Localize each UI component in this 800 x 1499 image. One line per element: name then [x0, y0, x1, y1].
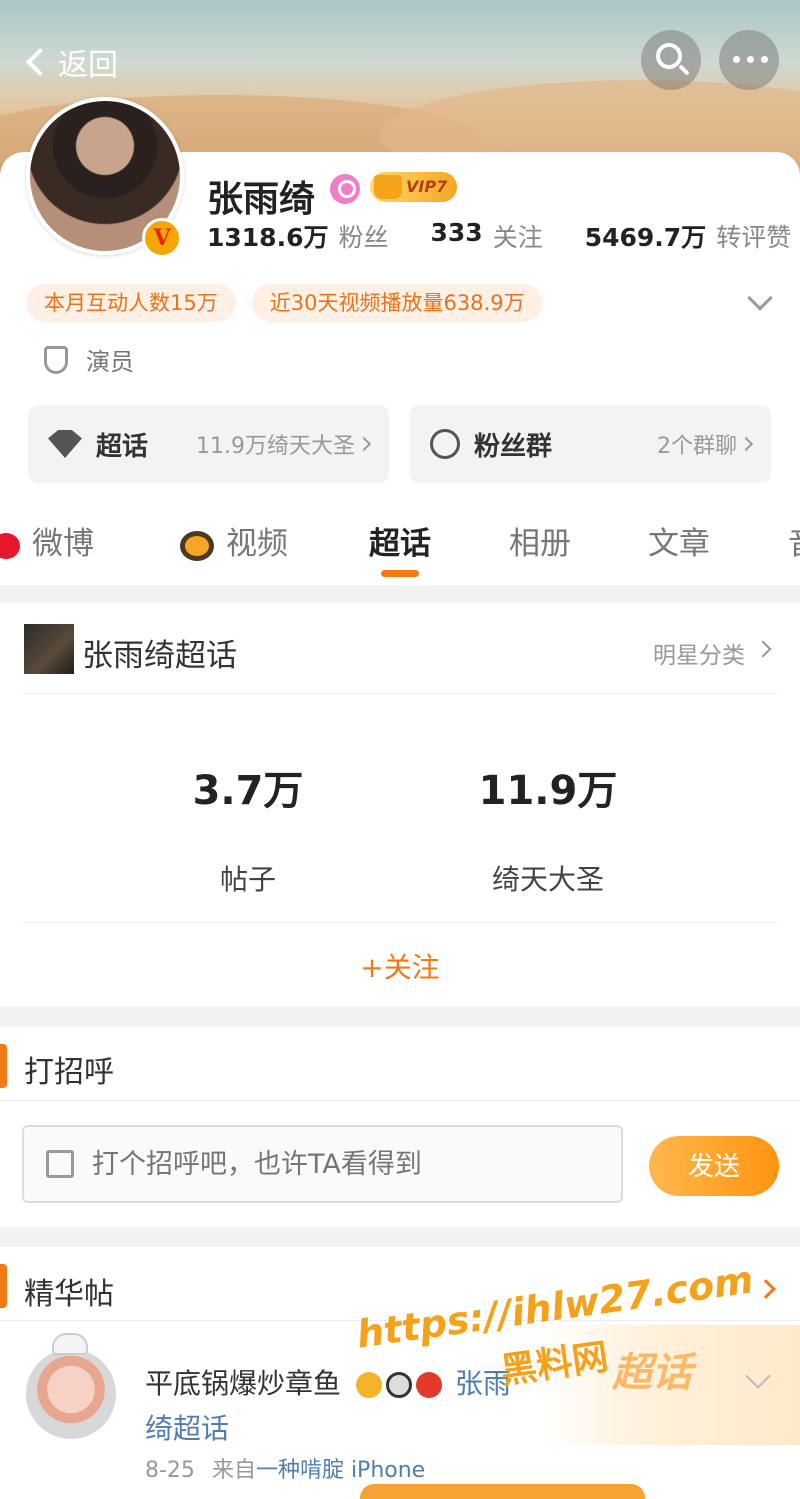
fan-group-title: 粉丝群 — [474, 431, 553, 462]
play-icon — [180, 530, 214, 561]
medal-icon — [415, 1372, 442, 1398]
more-icon — [733, 56, 768, 63]
supertopic-entry-title: 超话 — [96, 431, 149, 462]
greeting-input[interactable] — [92, 1148, 572, 1180]
tab-music[interactable]: 音 — [788, 518, 800, 563]
following-count[interactable]: 333 — [431, 218, 483, 254]
posts-caption: 帖子 — [219, 863, 276, 896]
topic-link[interactable]: 绮超话 — [145, 1407, 229, 1447]
tab-video[interactable]: 视频 — [180, 518, 288, 563]
interaction-chip[interactable]: 本月互动人数15万 — [26, 284, 236, 322]
search-button[interactable] — [641, 30, 701, 90]
chevron-right-icon[interactable] — [756, 1279, 776, 1299]
post-author-avatar[interactable] — [26, 1349, 116, 1439]
fans-label[interactable]: 粉丝 — [338, 218, 388, 254]
chevron-right-icon — [738, 436, 754, 452]
divider — [22, 693, 778, 694]
user-badges — [355, 1372, 442, 1398]
profile-role: 演员 — [44, 342, 134, 377]
supertopic-title[interactable]: 张雨绮超话 — [82, 630, 237, 675]
fan-group-entry[interactable]: 粉丝群 2个群聊 — [410, 405, 771, 483]
search-icon — [656, 43, 682, 69]
verified-badge-icon: V — [142, 218, 182, 258]
shield-icon — [44, 345, 68, 374]
supertopic-entry-sub: 11.9万绮天大圣 — [196, 434, 355, 459]
greeting-input-box[interactable] — [22, 1125, 623, 1203]
topic-fans-caption: 绮天大圣 — [491, 863, 604, 896]
stat-chips: 本月互动人数15万 近30天视频播放量638.9万 — [26, 284, 543, 322]
back-button[interactable]: 返回 — [22, 40, 118, 84]
chevron-left-icon — [25, 47, 55, 77]
supertopic-card: 张雨绮超话 明星分类 3.7万 帖子 11.9万 绮天大圣 +关注 — [0, 603, 800, 1007]
topic-fans-stat: 11.9万 绮天大圣 — [448, 758, 648, 898]
tab-weibo[interactable]: 微博 — [0, 518, 94, 563]
role-label: 演员 — [86, 348, 134, 376]
tab-article[interactable]: 文章 — [648, 518, 710, 563]
following-label[interactable]: 关注 — [493, 218, 543, 254]
post-action-chip[interactable] — [360, 1484, 645, 1499]
female-icon — [330, 174, 360, 204]
section-marker — [0, 1044, 7, 1088]
essence-title: 精华帖 — [24, 1277, 114, 1312]
greeting-section: 打招呼 发送 — [0, 1027, 800, 1227]
diamond-icon — [48, 430, 82, 458]
chevron-right-icon — [356, 436, 372, 452]
crown-icon — [355, 1372, 382, 1398]
supertopic-thumbnail[interactable] — [24, 624, 74, 674]
category-link[interactable]: 明星分类 — [653, 636, 745, 670]
post-meta: 8-25 来自一种啃腚 iPhone — [145, 1452, 425, 1484]
post-author-name[interactable]: 平底锅爆炒章鱼 — [145, 1367, 341, 1400]
profile-name: 张雨绮 — [207, 179, 316, 220]
send-button[interactable]: 发送 — [649, 1136, 779, 1196]
divider — [0, 1100, 800, 1101]
divider — [22, 922, 778, 923]
vip-badge[interactable]: VIP7 — [370, 172, 458, 202]
follow-button[interactable]: +关注 — [0, 946, 800, 986]
posts-count: 3.7万 — [192, 768, 304, 814]
panda-icon — [385, 1372, 412, 1398]
crown-icon — [374, 175, 402, 199]
post-author[interactable]: 平底锅爆炒章鱼 张雨 — [145, 1362, 511, 1402]
likes-label: 转评赞 — [716, 223, 792, 252]
edit-icon — [46, 1150, 74, 1178]
post-date: 8-25 — [145, 1458, 195, 1483]
fans-count[interactable]: 1318.6万 — [207, 218, 328, 254]
supertopic-logo: 超话 — [612, 1350, 692, 1396]
active-tab-indicator — [381, 570, 419, 577]
greeting-title: 打招呼 — [24, 1055, 114, 1090]
supertopic-entry[interactable]: 超话 11.9万绮天大圣 — [28, 405, 389, 483]
tab-album[interactable]: 相册 — [509, 518, 571, 563]
group-icon — [430, 429, 460, 459]
post-source[interactable]: 一种啃腚 iPhone — [256, 1458, 425, 1483]
video-play-chip[interactable]: 近30天视频播放量638.9万 — [251, 284, 543, 322]
from-label: 来自 — [211, 1458, 256, 1483]
topic-fans-count: 11.9万 — [478, 768, 618, 814]
tab-supertopic[interactable]: 超话 — [369, 518, 431, 563]
weibo-icon — [0, 532, 20, 559]
chevron-right-icon[interactable] — [754, 640, 772, 658]
fan-group-sub: 2个群聊 — [657, 434, 737, 459]
more-button[interactable] — [719, 30, 779, 90]
section-marker — [0, 1264, 7, 1308]
posts-stat: 3.7万 帖子 — [148, 758, 348, 898]
back-label: 返回 — [58, 48, 118, 83]
avatar-decoration — [52, 1333, 88, 1355]
vip-label: VIP7 — [406, 177, 448, 196]
likes-count: 5469.7万 — [584, 223, 707, 252]
profile-stats: 1318.6万 粉丝 333 关注 5469.7万 转评赞 — [207, 218, 800, 254]
